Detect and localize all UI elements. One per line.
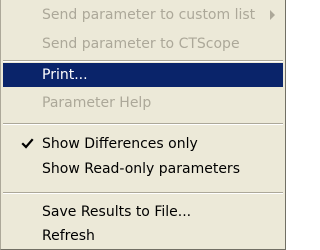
menu-item-send-to-ctscope[interactable]: Send parameter to CTScope xyxy=(3,32,283,56)
menu-item-label: Print... xyxy=(42,67,88,83)
menu-item-label: Send parameter to CTScope xyxy=(42,36,240,52)
menu-item-label: Show Read-only parameters xyxy=(42,161,240,177)
menu-item-label: Send parameter to custom list xyxy=(42,7,256,23)
menu-item-save-results-to-file[interactable]: Save Results to File... xyxy=(3,200,283,224)
menu-separator xyxy=(3,123,283,125)
menu-item-show-differences-only[interactable]: Show Differences only xyxy=(3,132,283,156)
menu-separator xyxy=(3,60,283,62)
menu-separator xyxy=(3,192,283,194)
menu-item-refresh[interactable]: Refresh xyxy=(3,224,283,248)
context-menu: Send parameter to custom list Send param… xyxy=(0,0,286,250)
menu-item-show-read-only-parameters[interactable]: Show Read-only parameters xyxy=(3,157,283,181)
menu-item-label: Show Differences only xyxy=(42,136,198,152)
menu-item-label: Refresh xyxy=(42,228,95,244)
menu-item-send-to-custom-list[interactable]: Send parameter to custom list xyxy=(3,3,283,27)
menu-item-print[interactable]: Print... xyxy=(3,63,283,87)
menu-item-label: Parameter Help xyxy=(42,95,152,111)
menu-item-label: Save Results to File... xyxy=(42,204,192,220)
menu-item-parameter-help[interactable]: Parameter Help xyxy=(3,91,283,115)
checkmark-icon xyxy=(21,138,34,149)
submenu-arrow-icon xyxy=(270,10,275,20)
